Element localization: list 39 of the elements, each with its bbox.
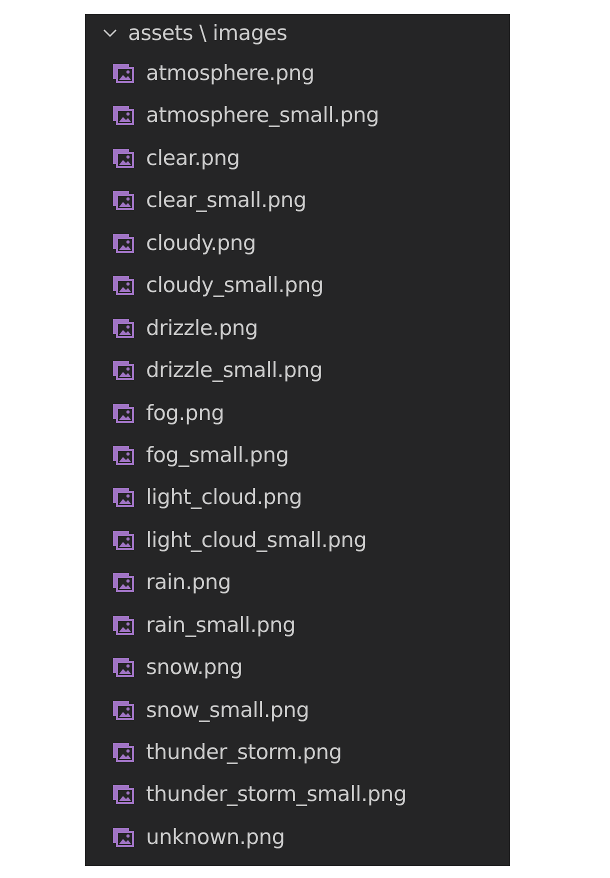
image-file-icon — [112, 700, 134, 720]
image-file-icon — [112, 148, 134, 168]
file-name[interactable]: rain.png — [146, 570, 231, 594]
image-file-icon — [112, 657, 134, 678]
folder-name[interactable]: assets \ images — [128, 20, 288, 45]
file-name[interactable]: snow_small.png — [146, 698, 310, 722]
file-name[interactable]: snow.png — [146, 655, 243, 680]
image-file-icon — [112, 190, 134, 210]
image-file-icon — [112, 232, 134, 253]
file-name[interactable]: clear_small.png — [146, 188, 306, 212]
image-file-icon — [112, 530, 134, 550]
image-file-icon — [112, 444, 134, 465]
file-name[interactable]: thunder_storm.png — [146, 740, 342, 764]
image-file-icon — [112, 784, 134, 804]
file-name[interactable]: cloudy_small.png — [146, 273, 324, 298]
file-name[interactable]: clear.png — [146, 146, 240, 170]
image-file-icon — [112, 614, 134, 635]
image-file-icon — [112, 360, 134, 380]
image-file-icon — [112, 63, 134, 84]
file-name[interactable]: cloudy.png — [146, 230, 256, 255]
file-name[interactable]: atmosphere.png — [146, 61, 314, 86]
file-name[interactable]: drizzle.png — [146, 316, 258, 340]
image-file-icon — [112, 105, 134, 126]
image-file-icon — [112, 572, 134, 592]
file-name[interactable]: fog_small.png — [146, 442, 289, 467]
file-name[interactable]: unknown.png — [146, 824, 285, 849]
image-file-icon — [112, 487, 134, 508]
file-name[interactable]: light_cloud_small.png — [146, 528, 367, 552]
file-name[interactable]: thunder_storm_small.png — [146, 782, 406, 806]
image-file-icon — [112, 402, 134, 423]
file-name[interactable]: drizzle_small.png — [146, 358, 323, 382]
image-file-icon — [112, 826, 134, 847]
file-name[interactable]: atmosphere_small.png — [146, 103, 380, 128]
file-name[interactable]: fog.png — [146, 400, 224, 425]
file-name[interactable]: light_cloud.png — [146, 485, 302, 510]
file-name[interactable]: rain_small.png — [146, 612, 296, 637]
image-file-icon — [112, 318, 134, 338]
image-file-icon — [112, 275, 134, 296]
image-file-icon — [112, 742, 134, 762]
